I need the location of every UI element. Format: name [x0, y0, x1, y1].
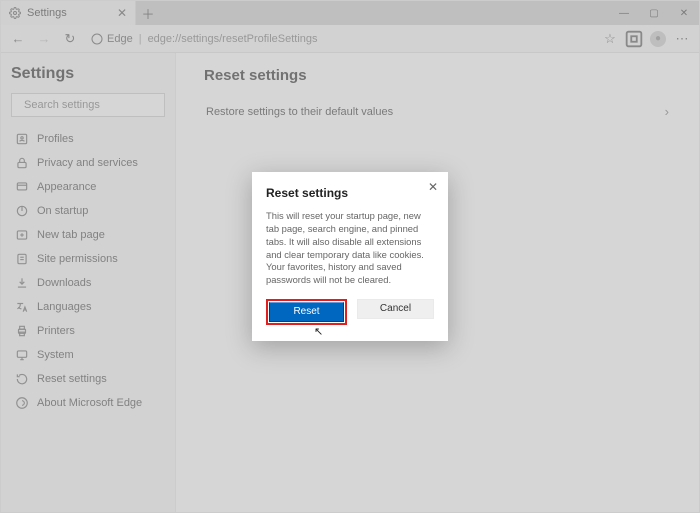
dialog-body: This will reset your startup page, new t… — [266, 210, 434, 286]
cursor-icon: ↖ — [314, 325, 323, 338]
dialog-title: Reset settings — [266, 186, 434, 200]
dialog-close-button[interactable]: ✕ — [428, 180, 438, 194]
cancel-button[interactable]: Cancel — [357, 299, 434, 319]
reset-button[interactable]: Reset — [269, 302, 344, 322]
modal-overlay: ✕ Reset settings This will reset your st… — [1, 1, 699, 512]
reset-button-highlight: Reset ↖ — [266, 299, 347, 325]
reset-settings-dialog: ✕ Reset settings This will reset your st… — [252, 172, 448, 340]
